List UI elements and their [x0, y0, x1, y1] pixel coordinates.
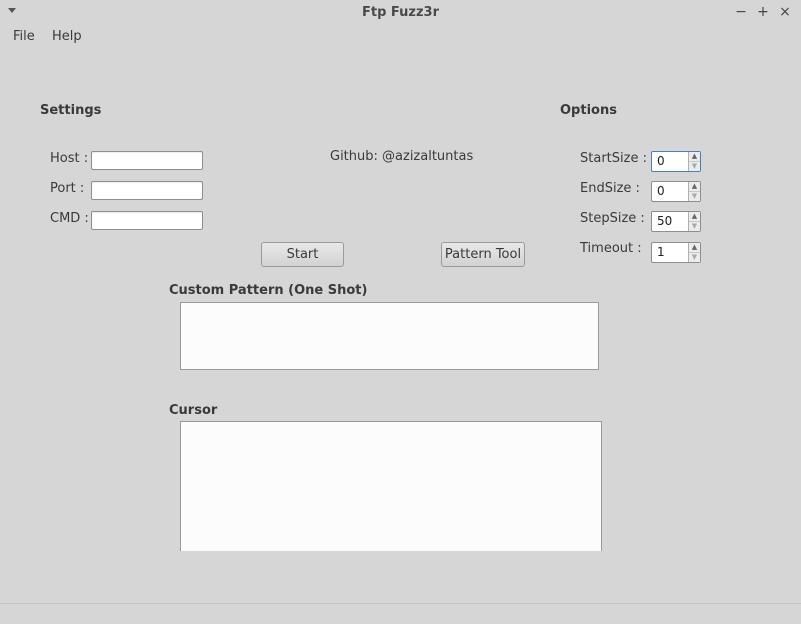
timeout-label: Timeout :: [580, 241, 642, 256]
chevron-down-icon[interactable]: ▼: [689, 222, 700, 231]
chevron-up-icon[interactable]: ▲: [689, 212, 700, 222]
startsize-stepper[interactable]: ▲ ▼: [688, 152, 700, 171]
window-title: Ftp Fuzz3r: [361, 5, 439, 20]
menu-help[interactable]: Help: [52, 29, 82, 44]
options-heading: Options: [560, 103, 617, 118]
chevron-down-icon[interactable]: ▼: [689, 253, 700, 262]
startsize-spinbox[interactable]: 0 ▲ ▼: [651, 151, 701, 172]
endsize-stepper[interactable]: ▲ ▼: [688, 182, 700, 201]
stepsize-label: StepSize :: [580, 211, 645, 226]
timeout-stepper[interactable]: ▲ ▼: [688, 243, 700, 262]
stepsize-value: 50: [657, 214, 673, 228]
start-button[interactable]: Start: [261, 242, 344, 267]
custom-pattern-textarea[interactable]: [180, 302, 599, 370]
cursor-textarea[interactable]: [180, 421, 602, 551]
stepsize-stepper[interactable]: ▲ ▼: [688, 212, 700, 231]
custom-pattern-label: Custom Pattern (One Shot): [169, 283, 368, 298]
host-input[interactable]: [91, 151, 203, 170]
startsize-label: StartSize :: [580, 151, 647, 166]
stepsize-spinbox[interactable]: 50 ▲ ▼: [651, 211, 701, 232]
cursor-label: Cursor: [169, 403, 218, 418]
pattern-tool-button[interactable]: Pattern Tool: [441, 242, 525, 267]
title-bar: Ftp Fuzz3r − + ×: [0, 0, 801, 26]
endsize-spinbox[interactable]: 0 ▲ ▼: [651, 181, 701, 202]
chevron-up-icon[interactable]: ▲: [689, 243, 700, 253]
endsize-label: EndSize :: [580, 181, 640, 196]
menu-file[interactable]: File: [13, 29, 35, 44]
startsize-value: 0: [657, 154, 665, 168]
settings-heading: Settings: [40, 103, 102, 118]
chevron-up-icon[interactable]: ▲: [689, 182, 700, 192]
chevron-down-icon[interactable]: ▼: [689, 162, 700, 171]
chevron-down-icon[interactable]: ▼: [689, 192, 700, 201]
cmd-label: CMD :: [50, 211, 89, 226]
github-label: Github: @azizaltuntas: [330, 149, 474, 164]
maximize-button[interactable]: +: [755, 4, 771, 20]
timeout-spinbox[interactable]: 1 ▲ ▼: [651, 242, 701, 263]
minimize-button[interactable]: −: [733, 4, 749, 20]
status-bar: [0, 603, 801, 624]
close-button[interactable]: ×: [777, 4, 793, 20]
timeout-value: 1: [657, 245, 665, 259]
chevron-up-icon[interactable]: ▲: [689, 152, 700, 162]
endsize-value: 0: [657, 184, 665, 198]
port-input[interactable]: [91, 181, 203, 200]
host-label: Host :: [50, 151, 89, 166]
cmd-input[interactable]: [91, 211, 203, 230]
port-label: Port :: [50, 181, 85, 196]
